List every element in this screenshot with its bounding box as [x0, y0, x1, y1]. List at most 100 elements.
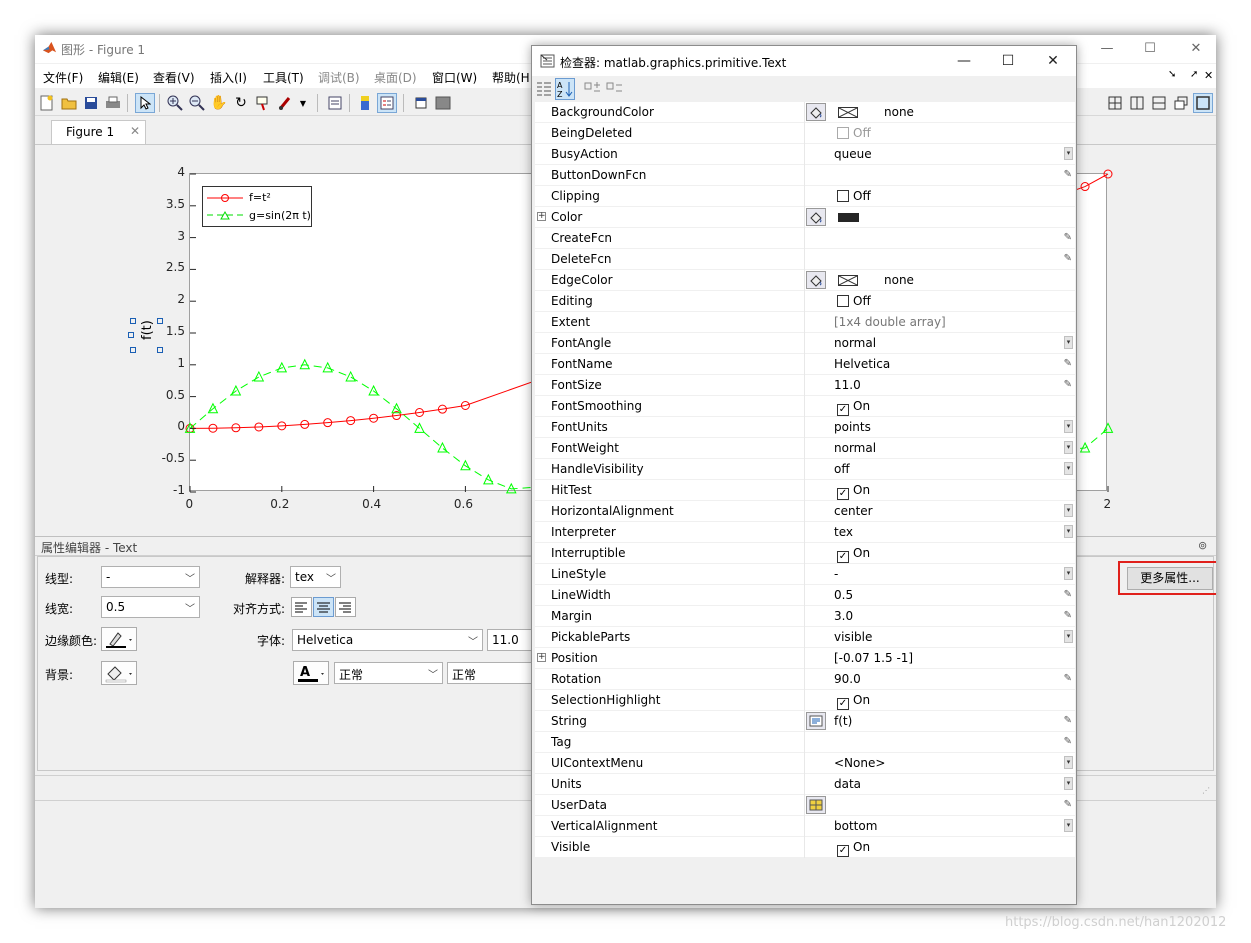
fontangle-select[interactable]: 正常 ﹀ [334, 662, 443, 684]
new-figure-icon[interactable] [37, 93, 57, 113]
property-row-position[interactable]: + Position [-0.07 1.5 -1] [535, 648, 1075, 669]
brush-dropdown-icon[interactable]: ▼ [297, 93, 309, 113]
close-button[interactable]: ✕ [1181, 38, 1211, 60]
dock-arrow-icon[interactable]: ➘ [1168, 69, 1176, 80]
close-doc-icon[interactable]: ✕ [1204, 69, 1213, 82]
property-row-interruptible[interactable]: Interruptible ✓ On [535, 543, 1075, 564]
dropdown-arrow-icon[interactable]: ▾ [1064, 819, 1073, 832]
property-row-visible[interactable]: Visible ✓ On [535, 837, 1075, 858]
property-row-pickableparts[interactable]: PickableParts visible ▾ [535, 627, 1075, 648]
save-icon[interactable] [81, 93, 101, 113]
property-row-verticalalignment[interactable]: VerticalAlignment bottom ▾ [535, 816, 1075, 837]
zoom-out-icon[interactable] [187, 93, 207, 113]
edit-pencil-icon[interactable]: ✎ [1064, 799, 1072, 810]
property-picker-icon[interactable] [806, 208, 826, 226]
dropdown-arrow-icon[interactable]: ▾ [1064, 462, 1073, 475]
plot-legend[interactable]: f=t² g=sin(2π t) [202, 186, 312, 227]
checkbox-icon[interactable] [837, 295, 849, 307]
menu-insert[interactable]: 插入(I) [210, 69, 247, 86]
brush-icon[interactable] [275, 93, 295, 113]
tab-figure-1[interactable]: Figure 1 ✕ [51, 120, 146, 144]
edit-pencil-icon[interactable]: ✎ [1064, 379, 1072, 390]
selection-handle[interactable] [130, 347, 136, 353]
edit-pencil-icon[interactable]: ✎ [1064, 253, 1072, 264]
inspector-minimize-button[interactable]: — [949, 50, 979, 72]
property-row-tag[interactable]: Tag ✎ [535, 732, 1075, 753]
property-row-color[interactable]: + Color [535, 207, 1075, 228]
expand-all-icon[interactable] [584, 80, 602, 98]
property-value[interactable]: Off [837, 126, 871, 140]
property-row-busyaction[interactable]: BusyAction queue ▾ [535, 144, 1075, 165]
edit-pencil-icon[interactable]: ✎ [1064, 358, 1072, 369]
selection-handle[interactable] [157, 318, 163, 324]
property-row-rotation[interactable]: Rotation 90.0 ✎ [535, 669, 1075, 690]
property-picker-icon[interactable] [806, 103, 826, 121]
property-row-buttondownfcn[interactable]: ButtonDownFcn ✎ [535, 165, 1075, 186]
sort-alpha-icon[interactable]: AZ [555, 78, 575, 100]
dropdown-arrow-icon[interactable]: ▾ [1064, 420, 1073, 433]
open-file-icon[interactable] [59, 93, 79, 113]
menu-file[interactable]: 文件(F) [43, 69, 83, 86]
expand-icon[interactable]: + [537, 212, 546, 221]
property-row-fontname[interactable]: FontName Helvetica ✎ [535, 354, 1075, 375]
property-row-uicontextmenu[interactable]: UIContextMenu <None> ▾ [535, 753, 1075, 774]
property-row-selectionhighlight[interactable]: SelectionHighlight ✓ On [535, 690, 1075, 711]
font-select[interactable]: Helvetica ﹀ [292, 629, 483, 651]
linestyle-select[interactable]: - ﹀ [101, 566, 200, 588]
property-row-units[interactable]: Units data ▾ [535, 774, 1075, 795]
dropdown-arrow-icon[interactable]: ▾ [1064, 336, 1073, 349]
hide-plot-tools-icon[interactable] [411, 93, 431, 113]
background-button[interactable] [101, 661, 137, 685]
checkbox-icon[interactable]: ✓ [837, 551, 849, 563]
property-row-fontsize[interactable]: FontSize 11.0 ✎ [535, 375, 1075, 396]
print-icon[interactable] [103, 93, 123, 113]
edit-pencil-icon[interactable]: ✎ [1064, 232, 1072, 243]
link-plot-icon[interactable] [325, 93, 345, 113]
checkbox-icon[interactable]: ✓ [837, 488, 849, 500]
property-row-hittest[interactable]: HitTest ✓ On [535, 480, 1075, 501]
inspector-close-button[interactable]: ✕ [1038, 50, 1068, 72]
property-row-string[interactable]: String f(t) ✎ [535, 711, 1075, 732]
inspector-maximize-button[interactable]: ☐ [993, 50, 1023, 72]
dropdown-arrow-icon[interactable]: ▾ [1064, 525, 1073, 538]
edit-pencil-icon[interactable]: ✎ [1064, 610, 1072, 621]
menu-tools[interactable]: 工具(T) [263, 69, 304, 86]
more-properties-button[interactable]: 更多属性... [1127, 567, 1213, 590]
menu-desktop[interactable]: 桌面(D) [374, 69, 417, 86]
dropdown-arrow-icon[interactable]: ▾ [1064, 504, 1073, 517]
dropdown-arrow-icon[interactable]: ▾ [1064, 630, 1073, 643]
property-row-horizontalalignment[interactable]: HorizontalAlignment center ▾ [535, 501, 1075, 522]
property-value[interactable]: ✓ On [837, 483, 870, 500]
checkbox-icon[interactable]: ✓ [837, 845, 849, 857]
layout-float-icon[interactable] [1171, 93, 1191, 113]
menu-edit[interactable]: 编辑(E) [98, 69, 139, 86]
property-value[interactable]: ✓ On [837, 840, 870, 857]
property-row-extent[interactable]: Extent [1x4 double array] [535, 312, 1075, 333]
property-value[interactable]: ✓ On [837, 399, 870, 416]
menu-window[interactable]: 窗口(W) [432, 69, 477, 86]
property-row-linewidth[interactable]: LineWidth 0.5 ✎ [535, 585, 1075, 606]
checkbox-icon[interactable]: ✓ [837, 404, 849, 416]
property-value-cell[interactable] [804, 165, 1075, 186]
zoom-in-icon[interactable] [165, 93, 185, 113]
tab-close-icon[interactable]: ✕ [130, 124, 140, 138]
dropdown-arrow-icon[interactable]: ▾ [1064, 567, 1073, 580]
menu-debug[interactable]: 调试(B) [318, 69, 360, 86]
fontcolor-button[interactable]: A [293, 661, 329, 685]
edit-plot-icon[interactable] [135, 93, 155, 113]
property-row-fontsmoothing[interactable]: FontSmoothing ✓ On [535, 396, 1075, 417]
rotate-3d-icon[interactable]: ↻ [231, 93, 251, 113]
property-row-edgecolor[interactable]: EdgeColor none [535, 270, 1075, 291]
property-row-clipping[interactable]: Clipping Off [535, 186, 1075, 207]
edit-pencil-icon[interactable]: ✎ [1064, 736, 1072, 747]
property-picker-icon[interactable] [806, 712, 826, 730]
edit-pencil-icon[interactable]: ✎ [1064, 715, 1072, 726]
edit-pencil-icon[interactable]: ✎ [1064, 673, 1072, 684]
property-picker-icon[interactable] [806, 271, 826, 289]
collapse-icon[interactable]: ⊚ [1198, 539, 1207, 552]
property-value[interactable]: ✓ On [837, 693, 870, 710]
align-left-icon[interactable] [291, 597, 312, 617]
interpreter-select[interactable]: tex ﹀ [290, 566, 341, 588]
selection-handle[interactable] [130, 318, 136, 324]
edgecolor-button[interactable] [101, 627, 137, 651]
